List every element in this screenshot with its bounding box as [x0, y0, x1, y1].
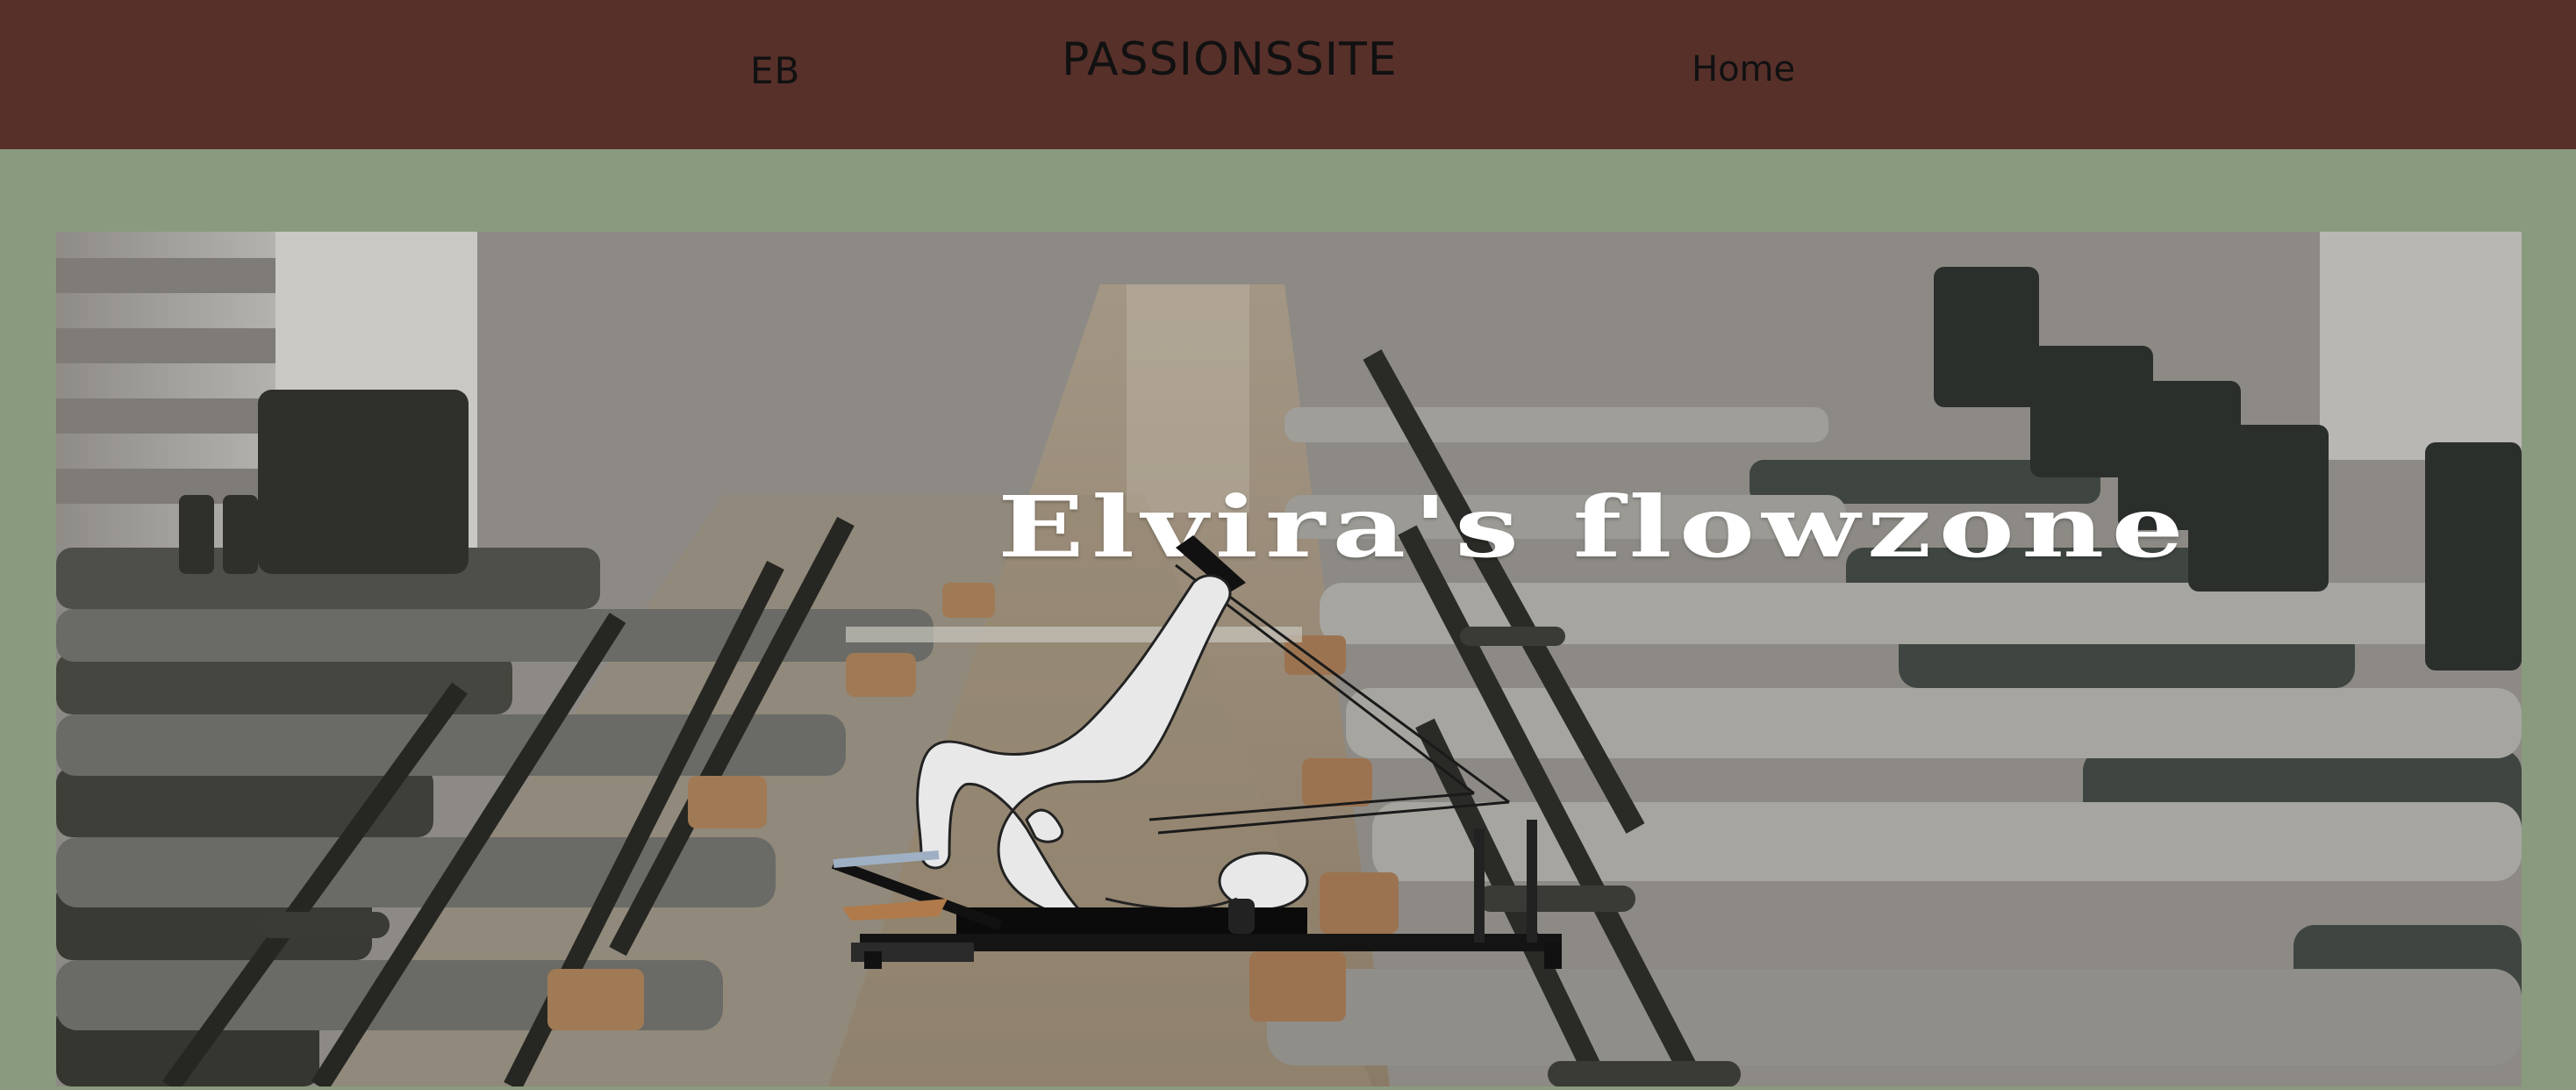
nav-home-link[interactable]: Home [1692, 49, 1795, 90]
hero-banner: Elvira's flowzone [56, 232, 2522, 1086]
site-title[interactable]: PASSIONSSITE [1062, 33, 1398, 86]
brand-logo-text[interactable]: EB [750, 49, 800, 92]
site-header: EB PASSIONSSITE Home [0, 0, 2576, 149]
reformer-pilates-figure-icon [831, 535, 1562, 969]
